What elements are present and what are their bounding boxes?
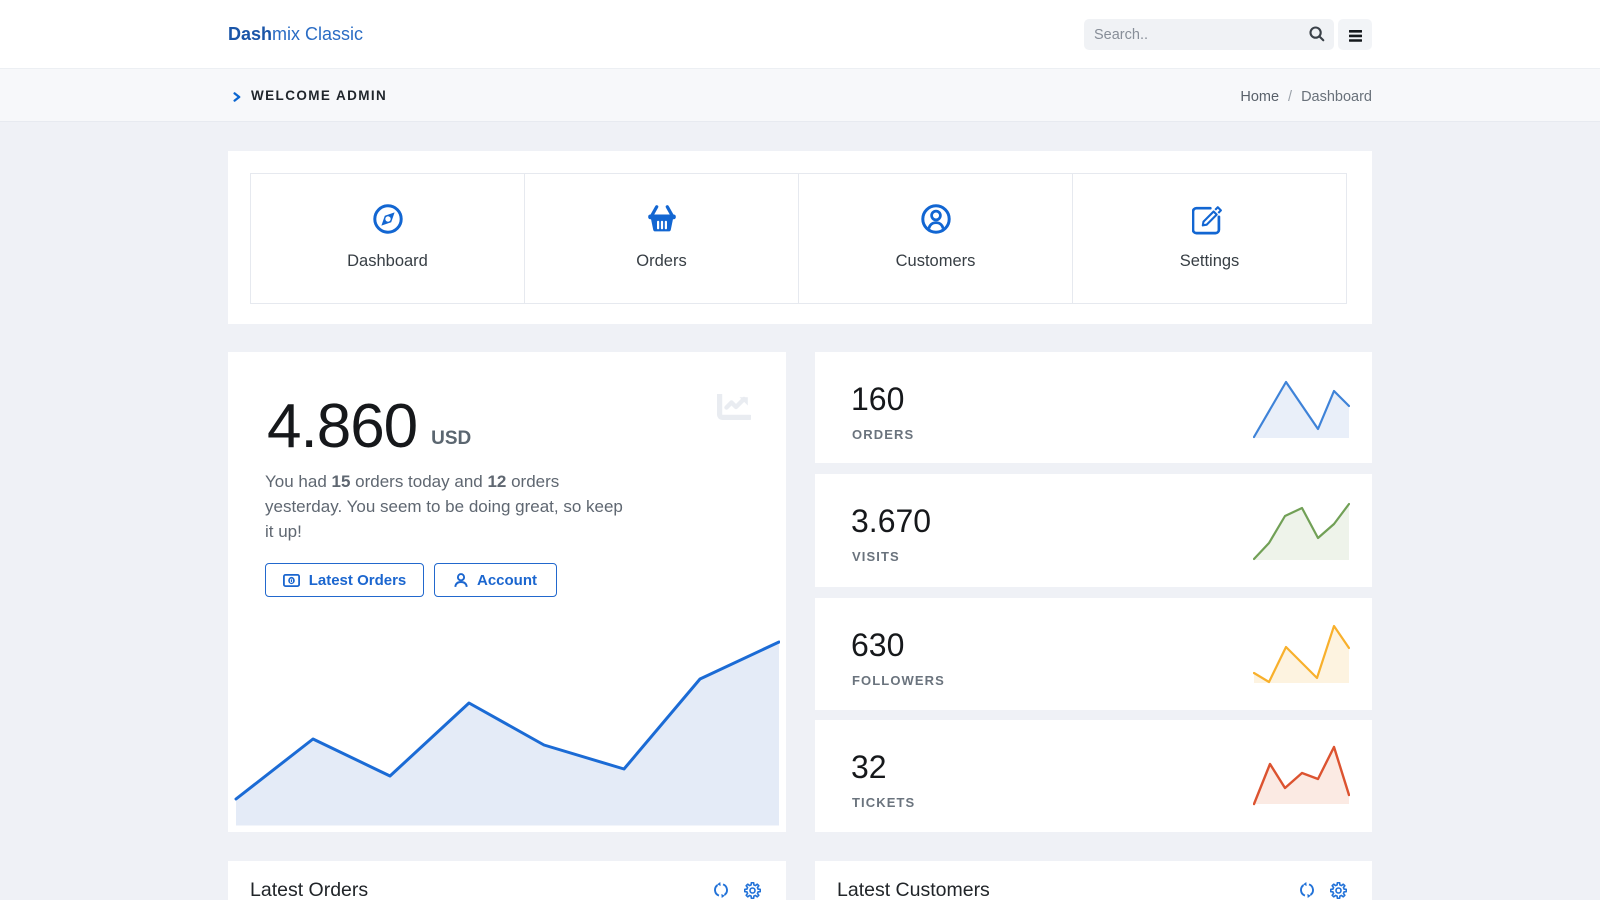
- svg-text:0: 0: [289, 577, 293, 584]
